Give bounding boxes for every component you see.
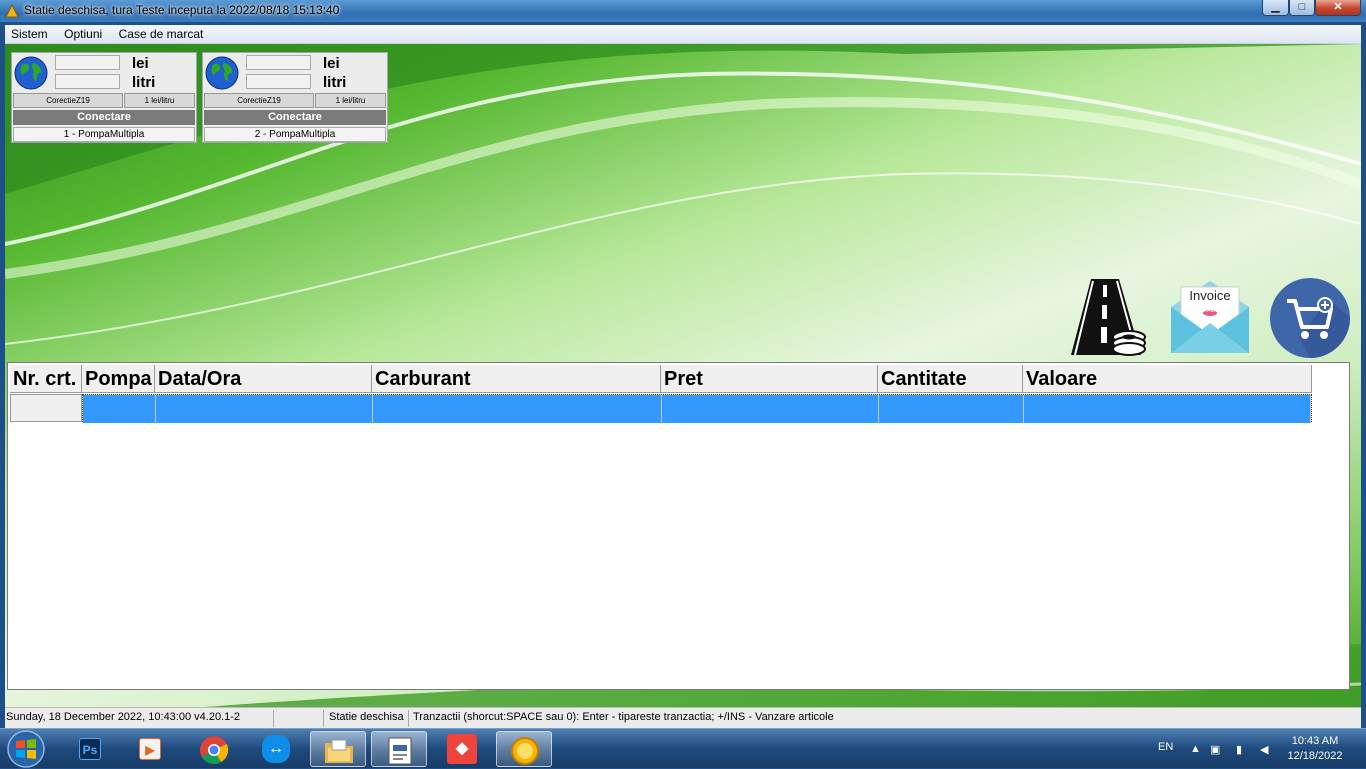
- pump-panel-2[interactable]: lei litri CorectieZ19 1 lei/litru Conect…: [202, 52, 388, 143]
- network-icon[interactable]: ▣: [1210, 743, 1220, 756]
- media-player-icon: ▶: [139, 738, 161, 760]
- cell-valoare[interactable]: [1024, 395, 1311, 423]
- main-area: lei litri CorectieZ19 1 lei/litru Conect…: [5, 44, 1361, 707]
- window-title: Statie deschisa, tura Teste inceputa la …: [24, 3, 340, 17]
- menu-case-de-marcat[interactable]: Case de marcat: [113, 25, 210, 41]
- pump-panel-1[interactable]: lei litri CorectieZ19 1 lei/litru Conect…: [11, 52, 197, 143]
- status-hint: Tranzactii (shorcut:SPACE sau 0): Enter …: [413, 711, 834, 723]
- table-row[interactable]: [82, 394, 1312, 423]
- volume-display: [246, 74, 311, 89]
- status-separator: [273, 710, 274, 727]
- globe-icon: [14, 56, 48, 90]
- column-nr-crt[interactable]: Nr. crt.: [10, 365, 82, 393]
- teamviewer-icon: ↔: [262, 735, 290, 763]
- taskbar-chrome[interactable]: [186, 731, 242, 767]
- status-state: Statie deschisa: [329, 711, 404, 723]
- maximize-button[interactable]: □: [1289, 0, 1315, 16]
- correction-label: CorectieZ19: [13, 93, 123, 108]
- taskbar-sun-app[interactable]: [496, 731, 552, 767]
- status-separator: [408, 710, 409, 727]
- cell-cantitate[interactable]: [879, 395, 1024, 423]
- transactions-grid[interactable]: Nr. crt. Pompa Data/Ora Carburant Pret C…: [7, 362, 1350, 690]
- clock[interactable]: 10:43 AM 12/18/2022: [1270, 734, 1360, 764]
- connect-button[interactable]: Conectare: [13, 110, 195, 125]
- taskbar-document-app[interactable]: [371, 731, 427, 767]
- invoice-icon[interactable]: Invoice PAID: [1169, 277, 1251, 355]
- system-tray: EN ▲ ▣ ▮ ◀ 10:43 AM 12/18/2022: [1150, 729, 1366, 769]
- status-datetime: Sunday, 18 December 2022, 10:43:00 v4.20…: [6, 711, 241, 723]
- volume-icon[interactable]: ◀: [1260, 743, 1268, 756]
- column-pret[interactable]: Pret: [661, 365, 878, 393]
- power-icon[interactable]: ▮: [1236, 743, 1242, 756]
- money-display: [55, 55, 120, 70]
- sun-app-icon: [511, 737, 539, 765]
- language-indicator[interactable]: EN: [1158, 741, 1173, 753]
- menu-sistem[interactable]: Sistem: [5, 25, 54, 41]
- road-toll-icon[interactable]: [1069, 277, 1151, 359]
- pump-name: 1 - PompaMultipla: [13, 127, 195, 142]
- correction-label: CorectieZ19: [204, 93, 314, 108]
- column-valoare[interactable]: Valoare: [1023, 365, 1312, 393]
- show-hidden-icons-icon[interactable]: ▲: [1190, 743, 1201, 755]
- money-display: [246, 55, 311, 70]
- clock-time: 10:43 AM: [1291, 735, 1339, 747]
- cell-pompa[interactable]: [83, 395, 156, 423]
- globe-icon: [205, 56, 239, 90]
- invoice-label: Invoice: [1189, 288, 1231, 303]
- start-button[interactable]: [4, 729, 48, 769]
- pump-name: 2 - PompaMultipla: [204, 127, 386, 142]
- photoshop-icon: Ps: [79, 738, 101, 760]
- volume-display: [55, 74, 120, 89]
- anydesk-icon: ◆: [447, 734, 477, 764]
- rate-label: 1 lei/litru: [124, 93, 195, 108]
- invoice-stamp: PAID: [1204, 308, 1216, 314]
- shopping-cart-icon[interactable]: [1269, 277, 1351, 359]
- minimize-button[interactable]: ▁: [1262, 0, 1289, 16]
- cell-carburant[interactable]: [373, 395, 662, 423]
- taskbar: Ps ▶ ↔ ◆ EN ▲ ▣ ▮ ◀ 10:43 AM 12/18/2022: [0, 728, 1366, 768]
- unit-litri: litri: [132, 74, 156, 91]
- taskbar-file-explorer[interactable]: [310, 731, 366, 767]
- file-explorer-icon: [325, 739, 353, 763]
- app-icon: [5, 3, 19, 18]
- column-data-ora[interactable]: Data/Ora: [155, 365, 372, 393]
- status-separator: [323, 710, 324, 727]
- status-bar: Sunday, 18 December 2022, 10:43:00 v4.20…: [5, 707, 1361, 728]
- cell-data-ora[interactable]: [156, 395, 373, 423]
- taskbar-teamviewer[interactable]: ↔: [248, 731, 304, 767]
- cell-pret[interactable]: [662, 395, 879, 423]
- document-app-icon: [388, 737, 412, 765]
- column-carburant[interactable]: Carburant: [372, 365, 661, 393]
- unit-litri: litri: [323, 74, 347, 91]
- taskbar-anydesk[interactable]: ◆: [434, 731, 490, 767]
- clock-date: 12/18/2022: [1287, 750, 1343, 762]
- row-indicator[interactable]: [10, 394, 82, 422]
- unit-lei: lei: [323, 55, 340, 72]
- unit-lei: lei: [132, 55, 149, 72]
- menu-bar: Sistem Optiuni Case de marcat: [5, 25, 1361, 44]
- column-pompa[interactable]: Pompa: [82, 365, 155, 393]
- close-button[interactable]: ✕: [1315, 0, 1361, 16]
- taskbar-media-player[interactable]: ▶: [122, 731, 178, 767]
- menu-optiuni[interactable]: Optiuni: [58, 25, 108, 41]
- column-cantitate[interactable]: Cantitate: [878, 365, 1023, 393]
- title-bar: Statie deschisa, tura Teste inceputa la …: [0, 0, 1366, 22]
- connect-button[interactable]: Conectare: [204, 110, 386, 125]
- taskbar-photoshop[interactable]: Ps: [62, 731, 118, 767]
- chrome-icon: [200, 736, 229, 764]
- rate-label: 1 lei/litru: [315, 93, 386, 108]
